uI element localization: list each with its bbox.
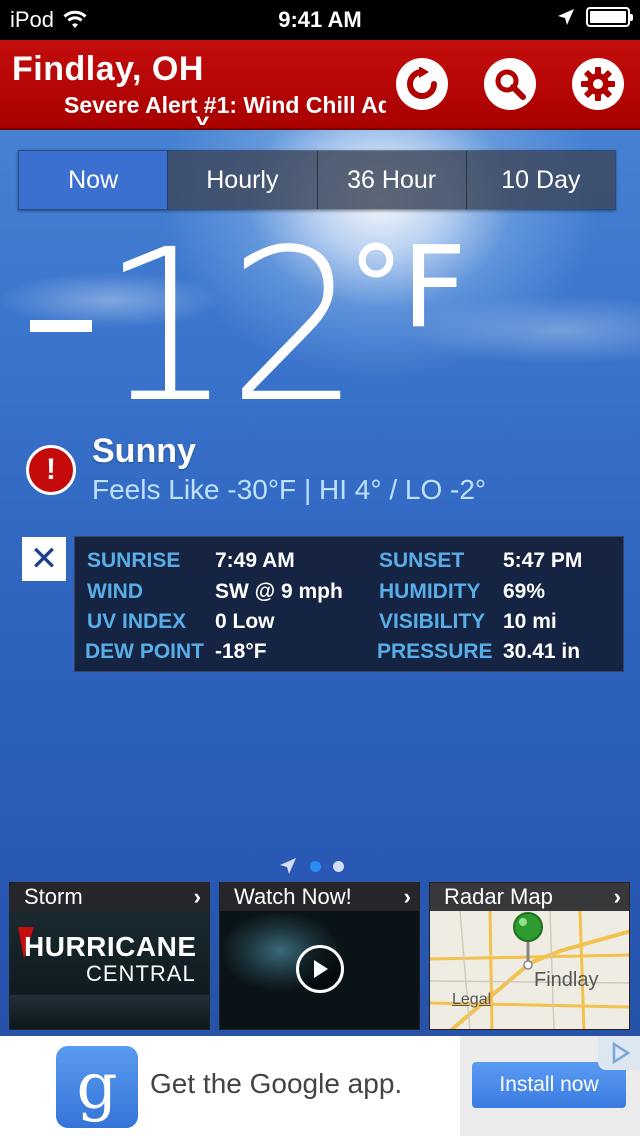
storm-building-silhouette — [10, 995, 209, 1029]
visibility-value: 10 mi — [503, 610, 557, 633]
play-button[interactable] — [296, 945, 344, 993]
ad-text: Get the Google app. — [150, 1068, 403, 1099]
dew-point-label: DEW POINT — [85, 640, 204, 663]
location-arrow-icon — [558, 9, 574, 25]
visibility-label: VISIBILITY — [379, 610, 486, 633]
wind-value: SW @ 9 mph — [215, 580, 343, 603]
page-indicator — [278, 856, 344, 876]
status-time: 9:41 AM — [278, 7, 362, 32]
watch-now-tile-title: Watch Now! — [234, 884, 352, 909]
humidity-label: HUMIDITY — [379, 580, 481, 603]
close-icon: ✕ — [29, 540, 59, 578]
temperature-minus-sign — [30, 320, 92, 332]
dew-point-value: -18°F — [215, 640, 267, 663]
condition-text: Sunny — [92, 432, 196, 470]
ad-banner[interactable]: g Get the Google app. Install now — [0, 1036, 640, 1136]
humidity-value: 69% — [503, 580, 546, 603]
chevron-right-icon: › — [193, 884, 201, 909]
tab-hourly[interactable]: Hourly — [168, 151, 318, 209]
google-app-logo: g — [56, 1046, 138, 1128]
settings-button[interactable] — [572, 58, 624, 110]
ad-choices-triangle-icon — [612, 1041, 631, 1065]
watch-now-tile[interactable]: Watch Now! › — [219, 882, 420, 1030]
radar-map-tile-title: Radar Map — [444, 884, 553, 909]
battery-icon — [586, 7, 633, 27]
radar-map-tile[interactable]: Findlay Legal Radar Map › — [429, 882, 630, 1030]
play-icon — [314, 960, 328, 978]
gear-icon — [581, 67, 615, 101]
severe-alert-ticker[interactable]: Severe Alert #1: Wind Chill Advisory — [64, 92, 386, 119]
uv-index-value: 0 Low — [215, 610, 275, 633]
radar-map-image: Findlay Legal — [430, 911, 629, 1029]
app-header: Findlay, OH Severe Alert #1: Wind Chill … — [0, 40, 640, 130]
map-pin-icon — [513, 912, 543, 970]
wind-label: WIND — [87, 580, 143, 603]
tab-36-hour[interactable]: 36 Hour — [317, 151, 467, 209]
storm-tile-image: HURRICANE CENTRAL — [10, 911, 209, 1029]
tab-10-day[interactable]: 10 Day — [466, 151, 615, 209]
watch-now-tile-image — [220, 911, 419, 1029]
refresh-button[interactable] — [396, 58, 448, 110]
location-arrow-icon — [280, 858, 296, 874]
details-panel: SUNRISE 7:49 AM SUNSET 5:47 PM WIND SW @… — [74, 536, 624, 672]
status-bar: iPod 9:41 AM — [0, 0, 640, 40]
hurricane-text: HURRICANE — [24, 931, 197, 962]
alert-icon[interactable]: ! — [26, 445, 76, 495]
central-text: CENTRAL — [86, 961, 196, 986]
map-city-label: Findlay — [534, 969, 599, 991]
page-dot[interactable] — [333, 860, 344, 872]
sunrise-value: 7:49 AM — [215, 549, 295, 572]
uv-index-label: UV INDEX — [87, 610, 187, 633]
status-right — [556, 7, 633, 27]
radar-map-tile-header: Radar Map › — [430, 883, 629, 911]
map-legal-link[interactable]: Legal — [452, 991, 491, 1009]
chevron-right-icon: › — [613, 884, 621, 909]
tab-now[interactable]: Now — [19, 151, 169, 209]
page-dot-active[interactable] — [310, 860, 321, 872]
search-button[interactable] — [484, 58, 536, 110]
refresh-icon — [407, 67, 437, 99]
feels-like-text: Feels Like -30°F | HI 4° / LO -2° — [92, 474, 487, 505]
chevron-down-icon[interactable]: v — [196, 112, 209, 130]
storm-tile-header: Storm › — [10, 883, 209, 911]
city-name[interactable]: Findlay, OH — [12, 50, 204, 89]
search-icon — [495, 69, 526, 100]
close-details-button[interactable]: ✕ — [22, 537, 66, 581]
watch-now-tile-header: Watch Now! › — [220, 883, 419, 911]
temperature-value: 12 — [100, 204, 361, 449]
sunset-value: 5:47 PM — [503, 549, 583, 572]
storm-tile[interactable]: HURRICANE CENTRAL Storm › — [9, 882, 210, 1030]
storm-tile-title: Storm — [24, 884, 83, 909]
forecast-tabs: Now Hourly 36 Hour 10 Day — [18, 150, 616, 210]
temperature-unit: °F — [348, 223, 466, 353]
pressure-value: 30.41 in — [503, 640, 581, 663]
sunset-label: SUNSET — [379, 549, 465, 572]
pressure-label: PRESSURE — [377, 640, 493, 663]
chevron-right-icon: › — [403, 884, 411, 909]
ad-choices-icon[interactable] — [598, 1036, 640, 1070]
sunrise-label: SUNRISE — [87, 549, 181, 572]
